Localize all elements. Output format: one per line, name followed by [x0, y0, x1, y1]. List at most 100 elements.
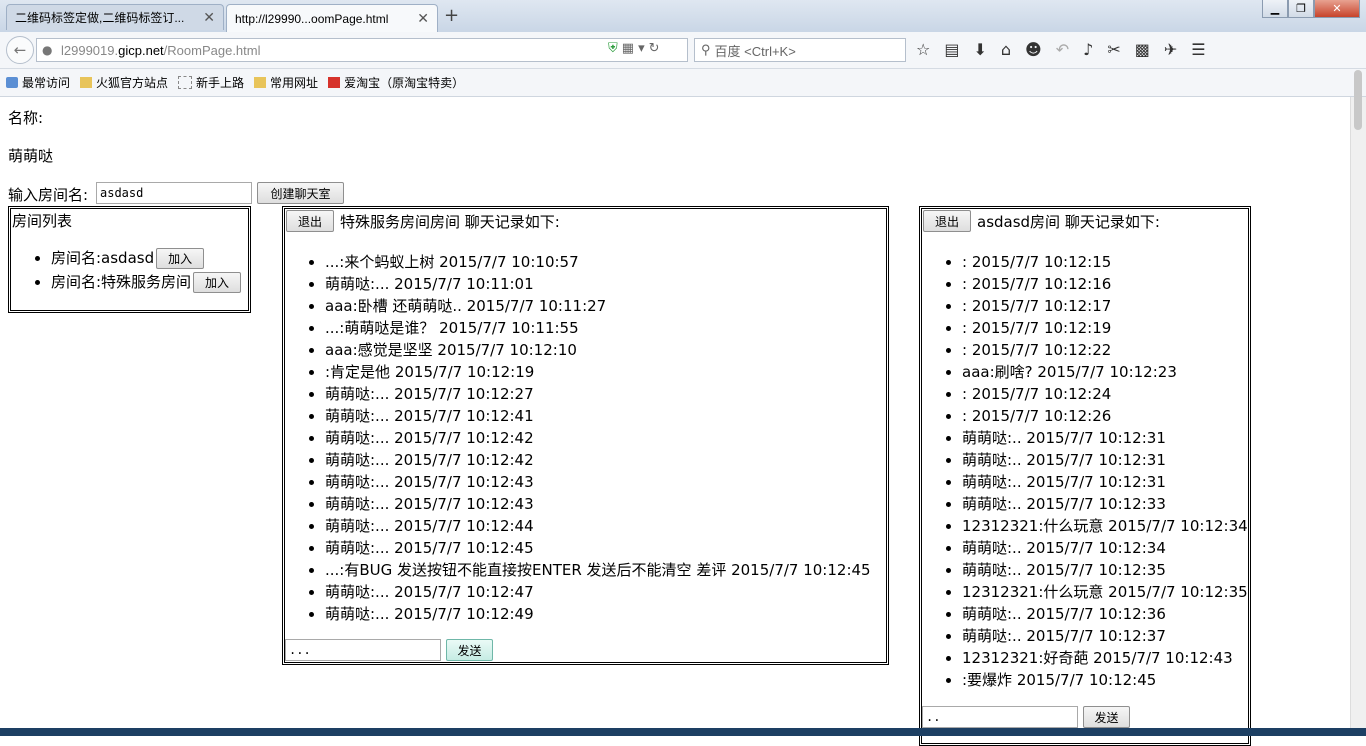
bookmark-most-visited[interactable]: 最常访问 [6, 74, 70, 91]
tab-roompage[interactable]: http://l29990...oomPage.html ✕ [226, 4, 438, 32]
chat-message: : 2015/7/7 10:12:22 [962, 339, 1248, 361]
send-button[interactable]: 发送 [446, 639, 493, 661]
bookmark-getting-started[interactable]: 新手上路 [178, 74, 244, 91]
chat-message: : 2015/7/7 10:12:24 [962, 383, 1248, 405]
download-icon[interactable]: ⬇ [973, 40, 986, 59]
chat-message: 12312321:什么玩意 2015/7/7 10:12:35 [962, 581, 1248, 603]
chat-message: 萌萌哒:... 2015/7/7 10:11:01 [325, 273, 871, 295]
url-bar-icons[interactable]: ⛨▦▾↻ [608, 41, 664, 56]
taobao-icon [328, 77, 341, 88]
chat-message-list: ...:来个蚂蚁上树 2015/7/7 10:10:57萌萌哒:... 2015… [285, 251, 871, 625]
chat-message: 萌萌哒:.. 2015/7/7 10:12:35 [962, 559, 1248, 581]
tab-title: 二维码标签定做,二维码标签订... [15, 11, 185, 25]
chat-message: aaa:刷啥? 2015/7/7 10:12:23 [962, 361, 1248, 383]
chat-icon[interactable]: ☻ [1025, 40, 1042, 59]
minimize-icon[interactable]: ▁ [1262, 0, 1288, 18]
chat-message: 萌萌哒:... 2015/7/7 10:12:44 [325, 515, 871, 537]
home-icon[interactable]: ⌂ [1001, 40, 1011, 59]
search-placeholder: 百度 <Ctrl+K> [714, 43, 796, 59]
join-room-button[interactable]: 加入 [193, 272, 242, 293]
chat-message: 萌萌哒:.. 2015/7/7 10:12:33 [962, 493, 1248, 515]
chat-message: 萌萌哒:... 2015/7/7 10:12:43 [325, 471, 871, 493]
url-prefix: l2999019. [61, 42, 119, 58]
name-label: 名称: [8, 109, 44, 127]
room-list: 房间名:asdasd加入 房间名:特殊服务房间加入 [11, 246, 291, 294]
toolbar-icons: ☆ ▤ ⬇ ⌂ ☻ ↶ ♪ ✂ ▩ ✈ ☰ [916, 40, 1206, 59]
undo-icon[interactable]: ↶ [1056, 40, 1069, 59]
chat-message: : 2015/7/7 10:12:19 [962, 317, 1248, 339]
chat-message: 萌萌哒:... 2015/7/7 10:12:27 [325, 383, 871, 405]
maximize-icon[interactable]: ❐ [1288, 0, 1314, 18]
url-bar[interactable]: l2999019. gicp.net/RoomPage.html [36, 38, 688, 62]
translate-icon[interactable]: ▩ [1135, 40, 1150, 59]
tab-qrcode[interactable]: 二维码标签定做,二维码标签订... ✕ [6, 4, 224, 30]
extension-icon[interactable]: ✈ [1164, 40, 1177, 59]
bookmark-firefox[interactable]: 火狐官方站点 [80, 74, 168, 91]
room-list-title: 房间列表 [12, 212, 73, 230]
crop-icon[interactable]: ✂ [1107, 40, 1120, 59]
exit-room-button[interactable]: 退出 [286, 210, 334, 232]
join-room-button[interactable]: 加入 [156, 248, 205, 269]
new-tab-icon[interactable]: + [444, 5, 459, 26]
list-item: 房间名:asdasd加入 [51, 246, 291, 270]
chat-message: aaa:卧槽 还萌萌哒.. 2015/7/7 10:11:27 [325, 295, 871, 317]
message-input[interactable] [285, 639, 441, 661]
qrcode-icon[interactable]: ▦ [622, 41, 638, 56]
search-input[interactable]: ⚲ 百度 <Ctrl+K> [694, 38, 906, 62]
window-close-icon[interactable]: ✕ [1314, 0, 1360, 18]
chat-message: : 2015/7/7 10:12:17 [962, 295, 1248, 317]
scrollbar-thumb[interactable] [1354, 70, 1362, 130]
chat-message: ...:来个蚂蚁上树 2015/7/7 10:10:57 [325, 251, 871, 273]
send-button[interactable]: 发送 [1083, 706, 1130, 728]
room-name-input[interactable] [96, 182, 252, 204]
chat-message: :要爆炸 2015/7/7 10:12:45 [962, 669, 1248, 691]
reader-icon[interactable]: ▤ [944, 40, 959, 59]
menu-icon[interactable]: ☰ [1191, 40, 1205, 59]
chat-message: 萌萌哒:.. 2015/7/7 10:12:31 [962, 427, 1248, 449]
volume-icon[interactable]: ♪ [1083, 40, 1093, 59]
vertical-scrollbar[interactable] [1350, 97, 1366, 736]
chat-message: : 2015/7/7 10:12:26 [962, 405, 1248, 427]
chat-message: : 2015/7/7 10:12:16 [962, 273, 1248, 295]
page-icon [178, 76, 193, 89]
search-icon: ⚲ [701, 42, 711, 57]
chat-message: 萌萌哒:.. 2015/7/7 10:12:31 [962, 449, 1248, 471]
chat-title: asdasd房间 聊天记录如下: [977, 213, 1160, 231]
chat-message: : 2015/7/7 10:12:15 [962, 251, 1248, 273]
bookmark-aitaobao[interactable]: 爱淘宝（原淘宝特卖） [328, 74, 464, 91]
chat-message: 萌萌哒:... 2015/7/7 10:12:41 [325, 405, 871, 427]
chat-message: 萌萌哒:.. 2015/7/7 10:12:37 [962, 625, 1248, 647]
message-input[interactable] [922, 706, 1078, 728]
chat-room-panel-special: 退出 特殊服务房间房间 聊天记录如下: ...:来个蚂蚁上树 2015/7/7 … [282, 206, 889, 665]
bookmark-common[interactable]: 常用网址 [254, 74, 318, 91]
star-icon[interactable]: ☆ [916, 40, 930, 59]
chat-message: 萌萌哒:... 2015/7/7 10:12:42 [325, 449, 871, 471]
chat-message: 萌萌哒:.. 2015/7/7 10:12:31 [962, 471, 1248, 493]
reload-icon[interactable]: ↻ [649, 41, 664, 56]
chat-message: ...:萌萌哒是谁？ 2015/7/7 10:11:55 [325, 317, 871, 339]
room-name: 房间名:asdasd [51, 249, 155, 267]
exit-room-button[interactable]: 退出 [923, 210, 971, 232]
chat-message: 萌萌哒:.. 2015/7/7 10:12:34 [962, 537, 1248, 559]
tab-title: http://l29990...oomPage.html [235, 11, 389, 26]
shield-icon[interactable]: ⛨ [608, 41, 622, 56]
bookmark-icon [6, 77, 18, 88]
os-taskbar [0, 728, 1366, 736]
chat-title: 特殊服务房间房间 聊天记录如下: [340, 213, 560, 231]
bookmarks-bar: 最常访问 火狐官方站点 新手上路 常用网址 爱淘宝（原淘宝特卖） [0, 69, 1366, 97]
dropdown-icon[interactable]: ▾ [638, 41, 649, 56]
chat-message: :肯定是他 2015/7/7 10:12:19 [325, 361, 871, 383]
close-icon[interactable]: ✕ [203, 9, 215, 26]
chat-message: 萌萌哒:.. 2015/7/7 10:12:36 [962, 603, 1248, 625]
close-icon[interactable]: ✕ [417, 10, 429, 27]
back-icon[interactable]: ← [6, 36, 34, 64]
create-room-button[interactable]: 创建聊天室 [257, 182, 344, 204]
url-domain: gicp.net [118, 42, 164, 58]
chat-message: aaa:感觉是坚坚 2015/7/7 10:12:10 [325, 339, 871, 361]
chat-message-list: : 2015/7/7 10:12:15: 2015/7/7 10:12:16: … [922, 251, 1248, 691]
chat-message: 12312321:好奇葩 2015/7/7 10:12:43 [962, 647, 1248, 669]
chat-message: 12312321:什么玩意 2015/7/7 10:12:34 [962, 515, 1248, 537]
chat-message: 萌萌哒:... 2015/7/7 10:12:47 [325, 581, 871, 603]
chat-message: 萌萌哒:... 2015/7/7 10:12:42 [325, 427, 871, 449]
room-name: 房间名:特殊服务房间 [51, 273, 192, 291]
